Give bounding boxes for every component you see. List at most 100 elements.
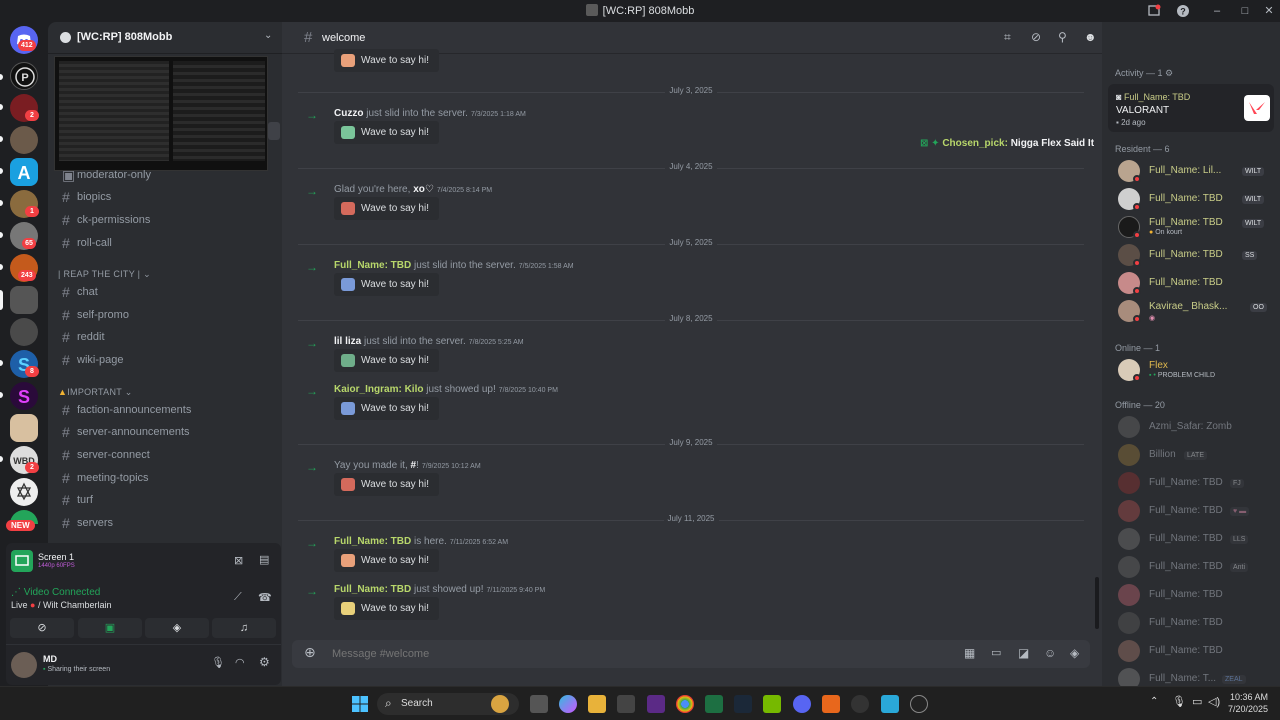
member-item[interactable]: Full_Name: TBD [1118,640,1278,664]
channel-roll-call[interactable]: # roll-call [58,233,272,255]
user-avatar[interactable] [11,652,37,678]
wave-button[interactable]: Wave to say hi! [334,549,439,572]
gear-icon[interactable]: ⚙ [259,655,270,669]
message-author[interactable]: Full_Name: TBD [334,260,411,271]
headphones-icon[interactable]: ◠ [235,656,245,669]
message-author[interactable]: Full_Name: TBD [334,536,411,547]
message-author[interactable]: Full_Name: TBD [334,584,411,595]
network-icon[interactable]: ▭ [1192,695,1202,708]
screen-share-button[interactable]: ▣ [78,618,142,638]
wave-button[interactable]: Wave to say hi! [334,273,439,296]
activity-user[interactable]: Chosen_pick: [942,138,1008,149]
inbox-icon[interactable] [1147,4,1161,18]
stream-settings-icon[interactable]: ▤ [259,553,269,566]
message-input[interactable] [332,646,932,662]
channel-server-connect[interactable]: # server-connect [58,445,272,467]
windows-start-icon[interactable] [351,695,369,713]
server-icon-avatar[interactable] [10,414,38,442]
noise-suppression-icon[interactable]: ⟋ [234,591,242,604]
channel-faction-announcements[interactable]: # faction-announcements [58,400,272,422]
chat-scrollbar[interactable] [1095,577,1099,629]
stop-stream-icon[interactable]: ⊠ [234,554,243,567]
tray-overflow-icon[interactable]: ⌃ [1150,696,1158,707]
disconnect-icon[interactable]: ☎ [258,591,272,604]
file-explorer-icon[interactable] [588,695,606,713]
wave-button[interactable]: Wave to say hi! [334,597,439,620]
server-icon-a[interactable]: A [10,158,38,186]
discord-taskbar-icon[interactable] [793,695,811,713]
nzxt-icon[interactable] [647,695,665,713]
category-reap-the-city[interactable]: | REAP THE CITY | ⌄ [58,269,151,280]
stream-preview[interactable] [54,56,268,171]
channel-reddit[interactable]: # reddit [58,327,272,349]
camera-off-button[interactable]: ⊘ [10,618,74,638]
channel-biopics[interactable]: # biopics [58,187,272,209]
server-icon-star[interactable] [10,478,38,506]
member-item[interactable]: Full_Name: TBD [1118,584,1278,608]
pin-icon[interactable]: ⚲ [1058,30,1067,44]
member-item[interactable]: Billion LATE [1118,444,1278,468]
add-attachment-icon[interactable]: ⊕ [304,644,316,661]
member-item[interactable]: Kavirae_ Bhask... OO ◉ [1118,300,1278,324]
mic-icon[interactable]: 🎙 [211,656,225,669]
channel-meeting-topics[interactable]: # meeting-topics [58,468,272,490]
mute-bell-icon[interactable]: ⊘ [1031,30,1041,44]
taskbar-time[interactable]: 10:36 AM [1228,692,1268,702]
channel-moderator-only[interactable]: ▣ moderator-only [58,165,272,187]
category-important[interactable]: ▲IMPORTANT ⌄ [58,387,133,398]
chrome-icon[interactable] [676,695,694,713]
member-item[interactable]: Full_Name: TBD WILT ● On kourt [1118,216,1278,240]
live-channel[interactable]: Live ● / Wilt Chamberlain [11,600,111,610]
activities-button[interactable]: ◈ [145,618,209,638]
member-list-icon[interactable]: ☻ [1084,30,1097,44]
maximize-icon[interactable]: □ [1238,4,1252,18]
member-item[interactable]: Full_Name: TBD SS [1118,244,1278,268]
member-item[interactable]: Full_Name: TBD WILT [1118,188,1278,212]
copilot-icon[interactable] [559,695,577,713]
member-item[interactable]: Full_Name: Lil... WILT [1118,160,1278,184]
nvidia-icon[interactable] [763,695,781,713]
wave-button[interactable]: Wave to say hi! [334,349,439,372]
wave-button[interactable]: Wave to say hi! [334,121,439,144]
emoji-icon[interactable]: ☺ [1044,646,1056,660]
member-item[interactable]: Azmi_Safar: Zomb [1118,416,1278,440]
message-author[interactable]: xo♡ [413,184,434,195]
mic-tray-icon[interactable]: 🎙 [1172,695,1186,708]
media-player-icon[interactable] [910,695,928,713]
wave-button[interactable]: Wave to say hi! [334,397,439,420]
server-icon-p[interactable]: P [10,62,38,90]
store-icon[interactable] [617,695,635,713]
threads-icon[interactable]: ⌗ [1004,30,1011,45]
gift-icon[interactable]: ▦ [964,646,975,660]
message-author[interactable]: Kaior_Ingram: Kilo [334,384,423,395]
member-item[interactable]: Full_Name: TBD Anti [1118,556,1278,580]
channel-chat[interactable]: # chat [58,282,272,304]
help-icon[interactable]: ? [1176,4,1190,18]
channel-turf[interactable]: # turf [58,490,272,512]
member-item[interactable]: Full_Name: TBD [1118,612,1278,636]
soundboard-button[interactable]: ♫ [212,618,276,638]
message-author[interactable]: Cuzzo [334,108,363,119]
taskbar-search[interactable]: ⌕ Search [377,693,519,715]
minimize-icon[interactable]: – [1210,4,1224,18]
member-item[interactable]: Full_Name: TBD FJ [1118,472,1278,496]
wave-button[interactable]: Wave to say hi! [334,49,439,72]
sticker-icon[interactable]: ◪ [1018,646,1029,660]
apps-icon[interactable]: ◈ [1070,646,1079,660]
app-circle-icon[interactable] [851,695,869,713]
channel-self-promo[interactable]: # self-promo [58,305,272,327]
channel-server-announcements[interactable]: # server-announcements [58,422,272,444]
app-a-icon[interactable] [822,695,840,713]
excel-icon[interactable] [705,695,723,713]
server-icon-group[interactable] [10,126,38,154]
notepad-icon[interactable] [881,695,899,713]
server-header[interactable]: [WC:RP] 808Mobb ⌄ [48,22,282,54]
member-item[interactable]: Full_Name: TBD ♥ ▬ [1118,500,1278,524]
member-item[interactable]: Full_Name: TBD [1118,272,1278,296]
taskbar-date[interactable]: 7/20/2025 [1224,704,1268,714]
member-item[interactable]: Full_Name: TBD LLS [1118,528,1278,552]
server-icon-s-purple[interactable]: S [10,382,38,410]
channel-ck-permissions[interactable]: # ck-permissions [58,210,272,232]
server-icon-808mobb[interactable] [10,286,38,314]
scrollbar-thumb[interactable] [268,122,280,140]
